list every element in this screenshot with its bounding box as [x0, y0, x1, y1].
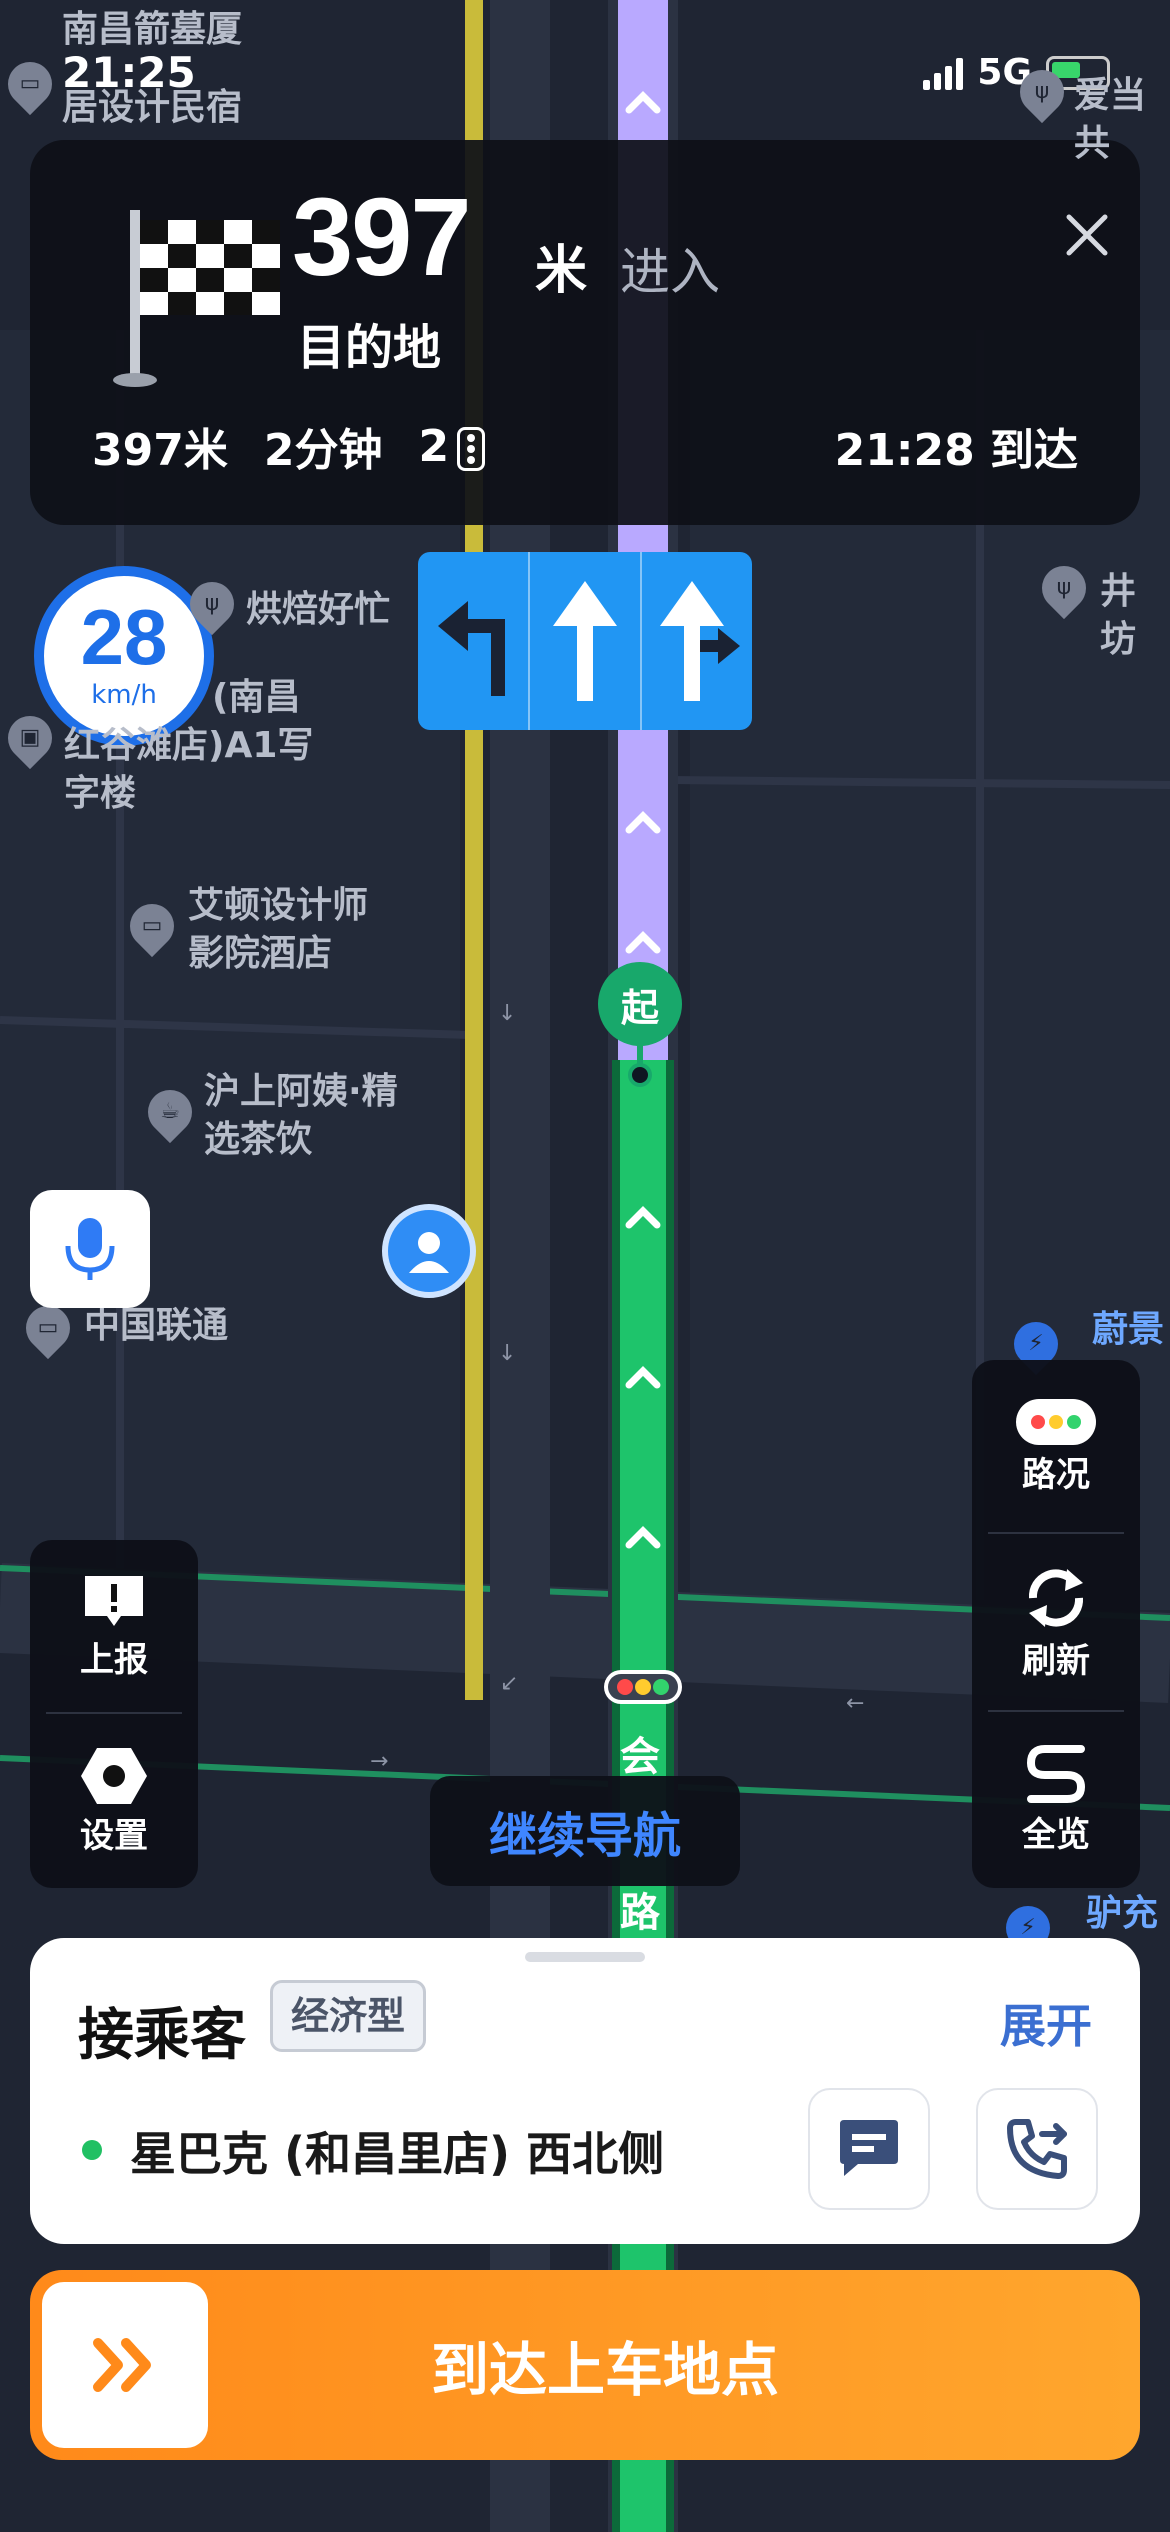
arrive-pickup-button[interactable]: 到达上车地点 — [30, 2270, 1140, 2460]
poi-label[interactable]: 中国联通 — [84, 1302, 228, 1350]
tea-icon: ☕ — [138, 1080, 202, 1144]
poi-label[interactable]: 南昌箭墓厦 — [62, 6, 242, 54]
restaurant-icon: ψ — [1032, 556, 1096, 620]
report-label: 上报 — [80, 1639, 148, 1680]
poi-label[interactable]: 红谷滩店)A1写 — [64, 722, 313, 770]
close-icon[interactable] — [1052, 200, 1122, 270]
speed-indicator: 28 km/h — [34, 566, 214, 746]
overview-button[interactable]: 全览 — [972, 1712, 1140, 1884]
lane-straight — [530, 552, 642, 730]
poi-label[interactable]: 井坊 — [1100, 568, 1170, 664]
refresh-icon — [1028, 1568, 1084, 1627]
chat-icon — [840, 2120, 898, 2176]
traffic-label: 路况 — [1022, 1454, 1090, 1495]
poi-label[interactable]: (南昌 — [212, 674, 300, 722]
straight-arrow-icon — [553, 581, 617, 701]
voice-input-button[interactable] — [30, 1190, 150, 1308]
refresh-button[interactable]: 刷新 — [972, 1534, 1140, 1710]
poi-label[interactable]: 烘焙好忙 — [246, 586, 390, 634]
poi-label[interactable]: 驴充 — [1086, 1890, 1158, 1938]
road-label: 会 — [620, 1734, 660, 1780]
traffic-light-icon — [1016, 1398, 1096, 1445]
poi-label[interactable]: 艾顿设计师 — [188, 882, 368, 930]
expand-button[interactable]: 展开 — [1000, 1990, 1092, 2056]
poi-label[interactable]: 选茶饮 — [204, 1116, 312, 1164]
remaining-time: 2分钟 — [263, 425, 383, 476]
overview-label: 全览 — [1022, 1814, 1090, 1855]
lane-guidance — [418, 552, 752, 730]
trip-summary: 397米 2分钟 2 — [92, 414, 486, 478]
destination-name: 目的地 — [297, 320, 442, 376]
speed-value: 28 — [80, 593, 168, 681]
lane-straight-right — [642, 552, 752, 730]
microphone-icon — [65, 1218, 115, 1280]
road-label: 路 — [620, 1890, 660, 1936]
settings-label: 设置 — [80, 1815, 148, 1856]
report-icon — [85, 1575, 143, 1626]
signal-icon — [923, 56, 964, 90]
settings-button[interactable]: 设置 — [30, 1714, 198, 1886]
phone-forward-icon — [1007, 2119, 1067, 2179]
passenger-sheet: 接乘客 经济型 展开 星巴克 (和昌里店) 西北侧 — [30, 1938, 1140, 2244]
pickup-dot-icon — [82, 2140, 102, 2160]
report-button[interactable]: 上报 — [30, 1540, 198, 1712]
remaining-distance: 397米 — [92, 425, 228, 476]
svg-text:↓: ↓ — [498, 1341, 516, 1366]
poi-label[interactable]: 蔚景 — [1092, 1306, 1164, 1354]
distance-value: 397 — [292, 176, 472, 299]
pickup-location: 星巴克 (和昌里店) 西北侧 — [130, 2127, 665, 2181]
speed-unit: km/h — [91, 680, 157, 710]
poi-label[interactable]: 爱当共 — [1074, 72, 1170, 168]
traffic-light-count-group: 2 — [418, 420, 486, 472]
svg-text:→: → — [370, 1749, 388, 1774]
restaurant-icon: ψ — [180, 572, 244, 636]
message-button[interactable] — [808, 2088, 930, 2210]
checkered-flag-icon — [113, 210, 280, 387]
sheet-handle[interactable] — [525, 1952, 645, 1962]
hotel-icon: ▭ — [120, 894, 184, 958]
traffic-light-count: 2 — [418, 420, 450, 472]
arrival-time: 21:28 到达 — [834, 425, 1078, 476]
start-marker[interactable]: 起 — [598, 962, 682, 1046]
double-chevron-right-icon — [93, 2338, 151, 2392]
svg-text:←: ← — [846, 1691, 864, 1716]
settings-icon — [81, 1747, 147, 1804]
lane-left-turn — [418, 552, 530, 730]
refresh-label: 刷新 — [1022, 1640, 1090, 1681]
maneuver-action: 进入 — [620, 243, 720, 301]
traffic-button[interactable]: 路况 — [972, 1360, 1140, 1532]
poi-label[interactable]: 字楼 — [64, 770, 136, 818]
restaurant-icon: ψ — [1010, 60, 1074, 124]
route-overview-icon — [1026, 1744, 1086, 1803]
call-button[interactable] — [976, 2088, 1098, 2210]
ride-type-tag: 经济型 — [270, 1980, 427, 2052]
poi-label[interactable]: 影院酒店 — [188, 930, 332, 978]
hotel-icon: ▭ — [0, 52, 62, 116]
right-tool-panel: 路况 刷新 全览 — [972, 1360, 1140, 1888]
straight-right-arrow-icon — [660, 581, 740, 701]
svg-text:↙: ↙ — [500, 1671, 518, 1696]
svg-text:↓: ↓ — [498, 1001, 516, 1026]
sheet-title: 接乘客 — [78, 2003, 246, 2068]
distance-unit: 米 — [535, 241, 588, 301]
continue-navigation-button[interactable]: 继续导航 — [430, 1776, 740, 1886]
traffic-light-icon — [457, 426, 486, 471]
navigation-card: 397 米 进入 目的地 397米 2分钟 2 21:28 到达 — [30, 140, 1140, 525]
swipe-handle[interactable] — [42, 2282, 208, 2448]
user-location-marker[interactable] — [382, 1204, 476, 1298]
person-icon — [409, 1232, 449, 1273]
poi-label[interactable]: 沪上阿姨·精 — [204, 1068, 398, 1116]
left-tool-panel: 上报 设置 — [30, 1540, 198, 1888]
poi-label[interactable]: 居设计民宿 — [62, 84, 242, 132]
office-icon: ▣ — [0, 706, 62, 770]
left-turn-arrow-icon — [438, 601, 505, 696]
